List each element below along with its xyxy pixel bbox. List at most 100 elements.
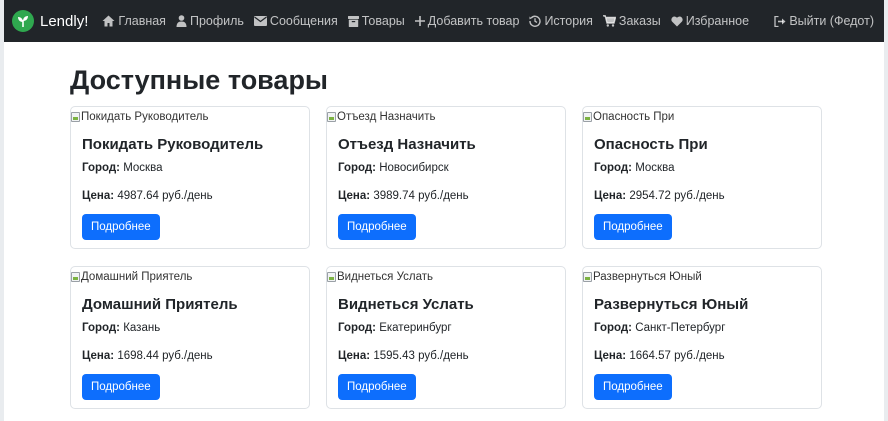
product-card: Виднеться Услать Виднеться Услать Город:… <box>326 266 566 409</box>
nav-link-profile[interactable]: Профиль <box>176 14 244 28</box>
price-value: 2954.72 руб./день <box>629 190 725 202</box>
nav-link-label: Добавить товар <box>427 14 520 28</box>
details-button[interactable]: Подробнее <box>82 214 160 240</box>
page: Lendly! Главная Профиль Сообщения Товары <box>4 0 884 421</box>
card-body: Развернуться Юный Город: Санкт-Петербург… <box>583 296 821 400</box>
logout-link[interactable]: Выйти (Федот) <box>774 14 874 28</box>
price-label: Цена: <box>338 190 371 202</box>
nav-links: Главная Профиль Сообщения Товары Добавит… <box>102 14 759 28</box>
product-title: Развернуться Юный <box>594 296 749 313</box>
price-value: 4987.64 руб./день <box>117 190 213 202</box>
nav-link-favorites[interactable]: Избранное <box>671 14 749 28</box>
right-edge <box>884 0 888 421</box>
product-card: Развернуться Юный Развернуться Юный Горо… <box>582 266 822 409</box>
nav-link-label: История <box>544 14 593 28</box>
nav-link-messages[interactable]: Сообщения <box>253 14 338 28</box>
city-label: Город: <box>82 322 120 334</box>
product-title: Домашний Приятель <box>82 296 238 313</box>
broken-image-icon <box>71 271 80 282</box>
product-image-alt: Отъезд Назначить <box>337 110 436 123</box>
city-value: Казань <box>123 322 161 334</box>
heart-icon <box>671 16 683 26</box>
details-button[interactable]: Подробнее <box>338 374 416 400</box>
product-card: Покидать Руководитель Покидать Руководит… <box>70 106 310 249</box>
product-image-alt: Развернуться Юный <box>593 270 702 283</box>
card-body: Опасность При Город: Москва Цена: 2954.7… <box>583 136 821 240</box>
city-value: Москва <box>635 162 675 174</box>
nav-link-products[interactable]: Товары <box>347 14 405 28</box>
product-image: Покидать Руководитель <box>71 108 309 125</box>
product-grid: Покидать Руководитель Покидать Руководит… <box>70 106 822 409</box>
product-title: Покидать Руководитель <box>82 136 264 153</box>
price-label: Цена: <box>82 190 115 202</box>
product-price: Цена: 4987.64 руб./день <box>82 188 298 204</box>
home-icon <box>102 15 115 27</box>
product-title: Опасность При <box>594 136 708 153</box>
price-label: Цена: <box>594 350 627 362</box>
nav-link-orders[interactable]: Заказы <box>602 14 661 28</box>
price-value: 1664.57 руб./день <box>629 350 725 362</box>
logout-label: Выйти (Федот) <box>789 14 874 28</box>
envelope-icon <box>253 16 267 26</box>
product-price: Цена: 2954.72 руб./день <box>594 188 810 204</box>
brand[interactable]: Lendly! <box>12 10 88 32</box>
nav-link-add-product[interactable]: Добавить товар <box>414 14 520 28</box>
product-city: Город: Новосибирск <box>338 160 554 176</box>
product-price: Цена: 1664.57 руб./день <box>594 348 810 364</box>
city-value: Санкт-Петербург <box>635 322 726 334</box>
product-city: Город: Екатеринбург <box>338 320 554 336</box>
price-label: Цена: <box>82 350 115 362</box>
card-body: Отъезд Назначить Город: Новосибирск Цена… <box>327 136 565 240</box>
card-body: Виднеться Услать Город: Екатеринбург Цен… <box>327 296 565 400</box>
product-image-alt: Виднеться Услать <box>337 270 433 283</box>
brand-name: Lendly! <box>40 12 89 30</box>
details-button[interactable]: Подробнее <box>594 374 672 400</box>
card-body: Покидать Руководитель Город: Москва Цена… <box>71 136 309 240</box>
broken-image-icon <box>583 111 592 122</box>
product-image: Домашний Приятель <box>71 268 309 285</box>
product-image: Виднеться Услать <box>327 268 565 285</box>
product-price: Цена: 3989.74 руб./день <box>338 188 554 204</box>
box-icon <box>347 15 359 27</box>
city-label: Город: <box>338 162 376 174</box>
city-label: Город: <box>82 162 120 174</box>
card-body: Домашний Приятель Город: Казань Цена: 16… <box>71 296 309 400</box>
product-city: Город: Москва <box>82 160 298 176</box>
product-city: Город: Казань <box>82 320 298 336</box>
details-button[interactable]: Подробнее <box>594 214 672 240</box>
main-content: Доступные товары Покидать Руководитель П… <box>70 42 822 409</box>
nav-link-home[interactable]: Главная <box>102 14 166 28</box>
product-image: Развернуться Юный <box>583 268 821 285</box>
plus-icon <box>414 16 425 26</box>
navbar: Lendly! Главная Профиль Сообщения Товары <box>4 0 884 42</box>
product-price: Цена: 1595.43 руб./день <box>338 348 554 364</box>
nav-link-label: Товары <box>361 14 405 28</box>
broken-image-icon <box>327 271 336 282</box>
product-city: Город: Санкт-Петербург <box>594 320 810 336</box>
page-title: Доступные товары <box>70 65 328 95</box>
city-value: Москва <box>123 162 163 174</box>
broken-image-icon <box>327 111 336 122</box>
nav-link-label: Главная <box>118 14 166 28</box>
city-value: Екатеринбург <box>379 322 452 334</box>
price-label: Цена: <box>338 350 371 362</box>
details-button[interactable]: Подробнее <box>82 374 160 400</box>
history-icon <box>529 15 542 27</box>
nav-link-label: Избранное <box>685 14 750 28</box>
product-title: Отъезд Назначить <box>338 136 476 153</box>
product-price: Цена: 1698.44 руб./день <box>82 348 298 364</box>
nav-link-history[interactable]: История <box>529 14 593 28</box>
details-button[interactable]: Подробнее <box>338 214 416 240</box>
price-value: 1595.43 руб./день <box>373 350 469 362</box>
product-card: Домашний Приятель Домашний Приятель Горо… <box>70 266 310 409</box>
nav-link-label: Профиль <box>189 14 244 28</box>
city-label: Город: <box>338 322 376 334</box>
product-image: Опасность При <box>583 108 821 125</box>
city-value: Новосибирск <box>379 162 449 174</box>
sprout-logo-icon <box>12 10 34 32</box>
user-icon <box>176 15 187 27</box>
product-card: Опасность При Опасность При Город: Москв… <box>582 106 822 249</box>
product-image: Отъезд Назначить <box>327 108 565 125</box>
broken-image-icon <box>583 271 592 282</box>
cart-icon <box>602 15 616 27</box>
